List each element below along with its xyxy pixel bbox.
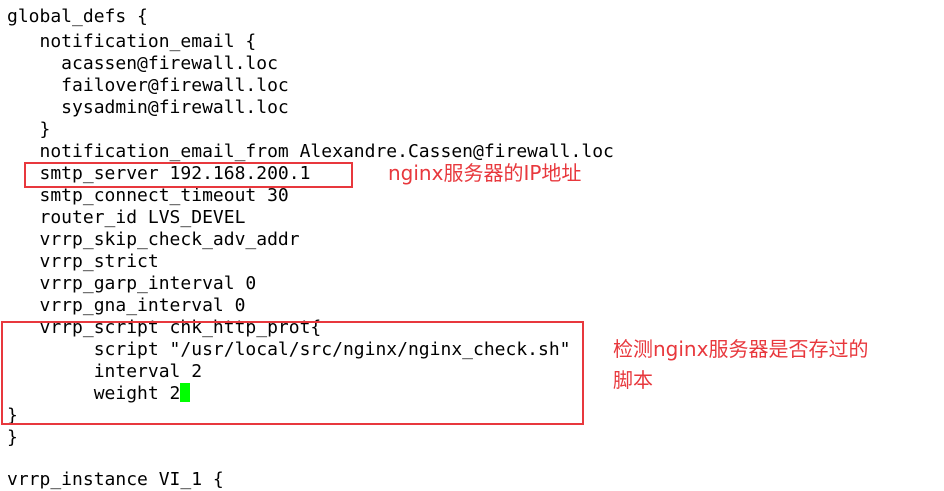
smtp-highlight-box	[24, 162, 353, 188]
script-highlight-box	[1, 321, 584, 425]
code-line: vrrp_garp_interval 0	[7, 273, 257, 294]
code-line: sysadmin@firewall.loc	[7, 97, 289, 118]
code-line: router_id LVS_DEVEL	[7, 207, 246, 228]
code-line: vrrp_instance VI_1 {	[7, 469, 224, 490]
script-annotation-line2: 脚本	[613, 368, 653, 392]
code-line: vrrp_strict	[7, 251, 159, 272]
script-annotation-line1: 检测nginx服务器是否存过的	[613, 337, 869, 361]
code-line: failover@firewall.loc	[7, 75, 289, 96]
code-line: acassen@firewall.loc	[7, 53, 278, 74]
code-line: vrrp_gna_interval 0	[7, 295, 246, 316]
code-line: }	[7, 427, 18, 448]
code-line: }	[7, 119, 51, 140]
code-line: smtp_connect_timeout 30	[7, 185, 289, 206]
code-line: vrrp_skip_check_adv_addr	[7, 229, 300, 250]
smtp-annotation: nginx服务器的IP地址	[388, 161, 582, 185]
code-line: notification_email {	[7, 31, 257, 52]
code-line: notification_email_from Alexandre.Cassen…	[7, 141, 614, 162]
code-line: global_defs {	[7, 6, 148, 27]
